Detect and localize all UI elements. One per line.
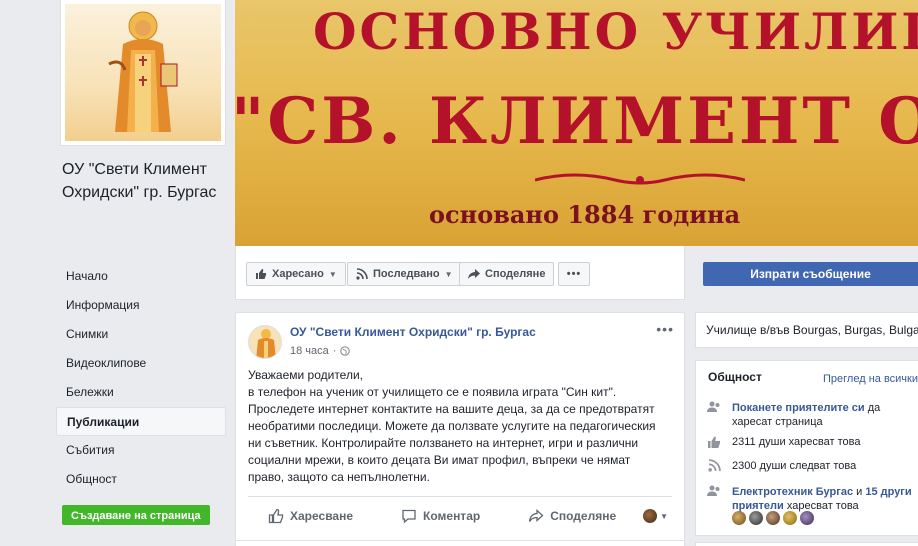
follows-count-text: 2300 души следват това (732, 460, 857, 472)
nav-item-community[interactable]: Общност (56, 465, 226, 494)
post-card: ОУ "Свети Климент Охридски" гр. Бургас 1… (235, 312, 685, 546)
profile-picture[interactable] (60, 0, 226, 146)
chevron-down-icon: ▼ (328, 269, 337, 279)
avatar[interactable] (783, 511, 797, 525)
dot-separator: · (332, 345, 337, 357)
rss-icon (356, 268, 368, 280)
post-action-bar: Харесване Коментар Споделяне ▼ (248, 503, 672, 529)
see-all-link[interactable]: Преглед на всички (823, 373, 918, 385)
post-timestamp[interactable]: 18 часа · (290, 345, 351, 357)
post-line: право, защото са непълнолетни. (248, 470, 430, 484)
post-comment-button[interactable]: Коментар (401, 508, 480, 524)
likes-count-row: 2311 души харесват това (706, 435, 916, 449)
post-line: Проследете интернет контактите на вашите… (248, 402, 655, 416)
globe-icon (340, 346, 351, 356)
following-button[interactable]: Последвано ▼ (347, 262, 462, 286)
post-options-icon[interactable]: ••• (656, 321, 674, 337)
next-sidebar-box (695, 542, 918, 546)
post-line: ни съветник. Контролирайте ползването на… (248, 436, 639, 450)
post-line: Уважаеми родители, (248, 368, 363, 382)
nav-item-notes[interactable]: Бележки (56, 378, 226, 407)
share-arrow-icon (529, 509, 544, 522)
invite-text: Поканете приятелите си да харесат страни… (732, 401, 916, 429)
community-box: Общност Преглед на всички Поканете прият… (695, 360, 918, 536)
community-title: Общност (708, 370, 762, 384)
cover-photo[interactable]: ОСНОВНО УЧИЛИЩЕ "СВ. КЛИМЕНТ ОХРИДСКИ" о… (235, 0, 918, 246)
cover-text-founded: основано 1884 година (429, 200, 741, 229)
nav-item-photos[interactable]: Снимки (56, 320, 226, 349)
friend-faces (732, 511, 814, 525)
post-author-name[interactable]: ОУ "Свети Климент Охридски" гр. Бургас (290, 325, 536, 339)
nav-item-home[interactable]: Начало (56, 262, 226, 291)
next-post-card (235, 540, 685, 546)
post-author-avatar[interactable] (248, 325, 282, 359)
page-nav: Начало Информация Снимки Видеоклипове Бе… (56, 262, 226, 494)
avatar[interactable] (732, 511, 746, 525)
share-page-label: Споделяне (485, 268, 546, 280)
post-like-button[interactable]: Харесване (268, 508, 353, 524)
post-as-selector[interactable]: ▼ (643, 509, 668, 523)
friends-like-row: Електротехник Бургас и 15 други приятели… (706, 485, 916, 513)
likes-count-text: 2311 души харесват това (732, 436, 861, 448)
create-page-button[interactable]: Създаване на страница (62, 505, 210, 525)
send-message-button[interactable]: Изпрати съобщение (703, 262, 918, 286)
liked-label: Харесано (272, 268, 324, 280)
people-icon (706, 485, 722, 497)
more-dots-icon: ••• (566, 268, 582, 280)
friend-link[interactable]: Електротехник Бургас (732, 486, 853, 498)
cover-text-school: ОСНОВНО УЧИЛИЩЕ (313, 2, 918, 61)
thumbs-up-icon (268, 508, 284, 524)
invite-friends-row: Поканете приятелите си да харесат страни… (706, 401, 916, 429)
friends-like-text: Електротехник Бургас и 15 други приятели… (732, 485, 916, 513)
thumbs-up-icon (706, 435, 722, 449)
share-arrow-icon (468, 269, 480, 279)
share-page-button[interactable]: Споделяне (459, 262, 555, 286)
nav-item-posts[interactable]: Публикации (56, 407, 226, 436)
chevron-down-icon: ▼ (660, 511, 668, 521)
post-line: необратими последици. Можете да ползвате… (248, 419, 656, 433)
nav-item-videos[interactable]: Видеоклипове (56, 349, 226, 378)
avatar (643, 509, 658, 523)
liked-button[interactable]: Харесано ▼ (246, 262, 346, 286)
avatar[interactable] (766, 511, 780, 525)
people-icon (706, 401, 722, 413)
page-action-bar: Харесано ▼ Последвано ▼ Споделяне ••• (235, 246, 685, 300)
rss-icon (706, 459, 722, 472)
friends-and-text: и (853, 486, 866, 498)
ornament-icon (535, 173, 745, 185)
cover-text-name: "СВ. КЛИМЕНТ ОХРИДСКИ" (235, 84, 918, 159)
invite-friends-link[interactable]: Поканете приятелите си (732, 402, 865, 414)
comment-icon (402, 509, 416, 524)
post-share-button[interactable]: Споделяне (528, 508, 616, 524)
post-divider (248, 496, 672, 497)
post-line: в телефон на ученик от училището се е по… (248, 385, 617, 399)
avatar[interactable] (749, 511, 763, 525)
post-share-label: Споделяне (550, 509, 617, 523)
thumbs-up-icon (256, 269, 266, 279)
nav-item-about[interactable]: Информация (56, 291, 226, 320)
saint-icon-image (65, 4, 221, 141)
post-like-label: Харесване (290, 509, 354, 523)
post-time-label: 18 часа (290, 345, 329, 357)
more-options-button[interactable]: ••• (558, 262, 590, 286)
avatar[interactable] (800, 511, 814, 525)
post-line: социални мрежи, в които децата Ви имат п… (248, 453, 631, 467)
post-comment-label: Коментар (423, 509, 481, 523)
nav-item-events[interactable]: Събития (56, 436, 226, 465)
follows-count-row: 2300 души следват това (706, 459, 916, 473)
following-label: Последвано (373, 268, 440, 280)
post-body: Уважаеми родители, в телефон на ученик о… (248, 367, 678, 486)
chevron-down-icon: ▼ (444, 269, 453, 279)
page-title: ОУ "Свети Климент Охридски" гр. Бургас (62, 161, 217, 201)
page-category-info: Училище в/във Bourgas, Burgas, Bulgaria (695, 312, 918, 348)
